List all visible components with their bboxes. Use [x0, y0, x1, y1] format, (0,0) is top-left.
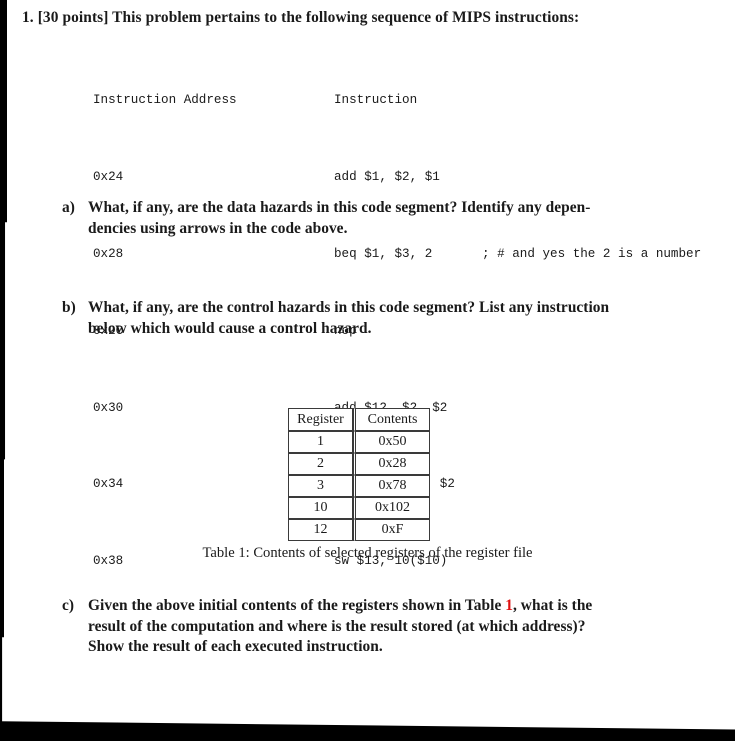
part-a-line-2: dencies using arrows in the code above. [88, 219, 348, 237]
table-row: 2 0x28 [288, 453, 430, 475]
register-table-container: Register Contents 1 0x50 2 0x28 3 0x78 1… [288, 408, 430, 541]
cell-register: 12 [288, 519, 353, 541]
cell-contents: 0x102 [353, 497, 430, 519]
table-row: 1 0x50 [288, 431, 430, 453]
part-b-marker: b) [62, 299, 76, 316]
table-row: 3 0x78 [288, 475, 430, 497]
column-header-contents: Contents [353, 408, 430, 431]
cell-contents: 0x78 [353, 475, 430, 497]
table-reference-link[interactable]: 1 [505, 597, 513, 614]
table-caption: Table 1: Contents of selected registers … [202, 545, 533, 561]
cell-register: 3 [288, 475, 353, 497]
table-row: 10 0x102 [288, 497, 430, 519]
code-comment: ; # and yes the 2 is a number [482, 247, 702, 261]
code-instruction: beq $1, $3, 2 [334, 247, 433, 261]
part-c-line-1: Given the above initial contents of the … [88, 596, 722, 617]
column-header-register: Register [288, 408, 353, 431]
code-instruction: add $1, $2, $1 [334, 170, 440, 185]
table-header-row: Register Contents [288, 408, 430, 431]
question-part-b: b) What, if any, are the control hazards… [62, 298, 722, 339]
code-header-address: Instruction Address [93, 93, 237, 108]
cell-register: 2 [288, 453, 353, 475]
cell-register: 1 [288, 431, 353, 453]
code-address: 0x28 [93, 247, 124, 261]
part-a-line-1: What, if any, are the data hazards in th… [88, 199, 591, 216]
cell-contents: 0x28 [353, 453, 430, 475]
part-c-body: Given the above initial contents of the … [88, 596, 722, 658]
part-c-line-1-post: , what is the [513, 597, 593, 614]
part-c-line-3: Show the result of each executed instruc… [88, 638, 383, 655]
cell-register: 10 [288, 497, 353, 519]
part-c-marker: c) [62, 597, 75, 614]
document-page: 1. [30 points] This problem pertains to … [0, 0, 735, 741]
problem-heading-text: 1. [30 points] This problem pertains to … [22, 9, 580, 26]
question-part-c: c) Given the above initial contents of t… [62, 596, 722, 658]
register-table: Register Contents 1 0x50 2 0x28 3 0x78 1… [288, 408, 430, 541]
part-c-line-2: result of the computation and where is t… [88, 617, 586, 635]
part-c-line-1-pre: Given the above initial contents of the … [88, 597, 506, 614]
part-a-body: What, if any, are the data hazards in th… [88, 198, 722, 239]
part-b-line-1: What, if any, are the control hazards in… [88, 299, 610, 316]
table-row: 12 0xF [288, 519, 430, 541]
code-row: 0x24 add $1, $2, $1 [93, 168, 701, 187]
scan-artifact-bottom-edge [0, 721, 735, 741]
code-address: 0x24 [93, 170, 124, 185]
code-row: 0x28 beq $1, $3, 2 ; # and yes the 2 is a … [93, 245, 701, 264]
question-part-a: a) What, if any, are the data hazards in… [62, 198, 722, 239]
scan-artifact-left-edge [0, 0, 7, 741]
cell-contents: 0xF [353, 519, 430, 541]
cell-contents: 0x50 [353, 431, 430, 453]
code-header-row: Instruction Address Instruction [93, 91, 701, 110]
part-b-body: What, if any, are the control hazards in… [88, 298, 722, 339]
problem-statement: 1. [30 points] This problem pertains to … [22, 9, 722, 27]
part-a-marker: a) [62, 199, 75, 216]
part-b-line-2: below which would cause a control hazard… [88, 319, 372, 337]
code-header-instruction: Instruction [334, 93, 418, 108]
